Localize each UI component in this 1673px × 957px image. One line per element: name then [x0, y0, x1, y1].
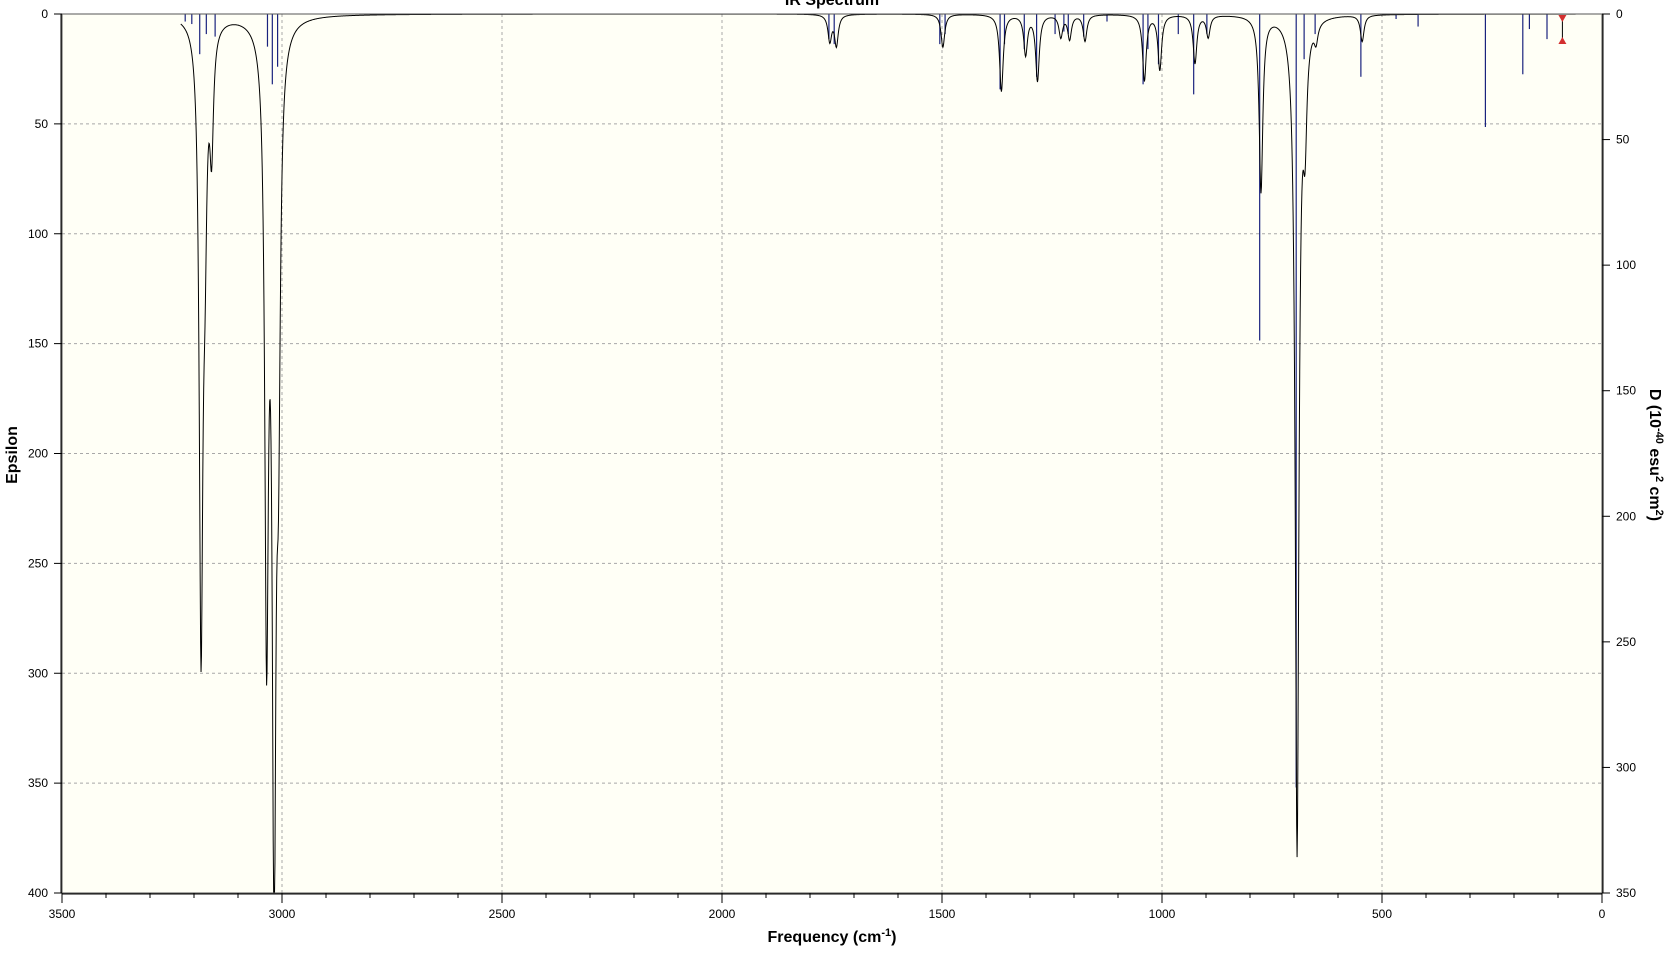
y-right-tick-label: 300	[1616, 760, 1636, 774]
chart-svg: 3500 3000 2500 2000 1500 1000 500 0050100150200…	[4, 0, 1665, 946]
y-right-tick-label: 200	[1616, 509, 1636, 523]
y-left-tick-label: 200	[28, 447, 48, 461]
y-right-tick-label: 150	[1616, 384, 1636, 398]
y-left-tick-label: 0	[41, 7, 48, 21]
x-axis-title: Frequency (cm-1)	[768, 927, 897, 946]
y-right-title-part-6: )	[1646, 516, 1663, 521]
y-left-tick-label: 50	[35, 117, 49, 131]
x-tick-label: 2000	[709, 907, 736, 921]
y-right-title-part-0: D (10	[1646, 389, 1663, 428]
ir-spectrum-chart: 3500 3000 2500 2000 1500 1000 500 0 0 50 100 150 200…	[0, 0, 1673, 957]
y-left-tick-label: 150	[28, 337, 48, 351]
y-left-tick-label: 250	[28, 556, 48, 570]
y-axis-right-title: D (10-40 esu2 cm2)	[1646, 389, 1665, 521]
y-right-tick-label: 50	[1616, 133, 1630, 147]
y-left-tick-label: 400	[28, 886, 48, 900]
x-axis-title-main: Frequency (cm	[768, 929, 882, 946]
y-left-tick-label: 100	[28, 227, 48, 241]
y-axis-left-title: Epsilon	[4, 426, 21, 484]
y-right-title-part-4: cm	[1646, 482, 1663, 510]
x-tick-label: 1500	[929, 907, 956, 921]
x-tick-label: 3500	[49, 907, 76, 921]
y-left-tick-label: 300	[28, 666, 48, 680]
chart-title: IR Spectrum	[785, 0, 879, 9]
y-left-tick-label: 350	[28, 776, 48, 790]
y-right-tick-label: 350	[1616, 886, 1636, 900]
x-tick-label: 0	[1599, 907, 1606, 921]
x-axis-title-end: )	[891, 929, 896, 946]
x-tick-label: 1000	[1149, 907, 1176, 921]
y-right-tick-label: 100	[1616, 258, 1636, 272]
y-right-tick-label: 0	[1616, 7, 1623, 21]
x-tick-label: 500	[1372, 907, 1392, 921]
x-axis-title-sup: -1	[881, 927, 891, 939]
y-right-tick-label: 250	[1616, 635, 1636, 649]
x-tick-label: 2500	[489, 907, 516, 921]
y-right-title-part-2: esu	[1646, 444, 1663, 476]
y-right-title-part-1: -40	[1653, 428, 1665, 444]
x-tick-label: 3000	[269, 907, 296, 921]
